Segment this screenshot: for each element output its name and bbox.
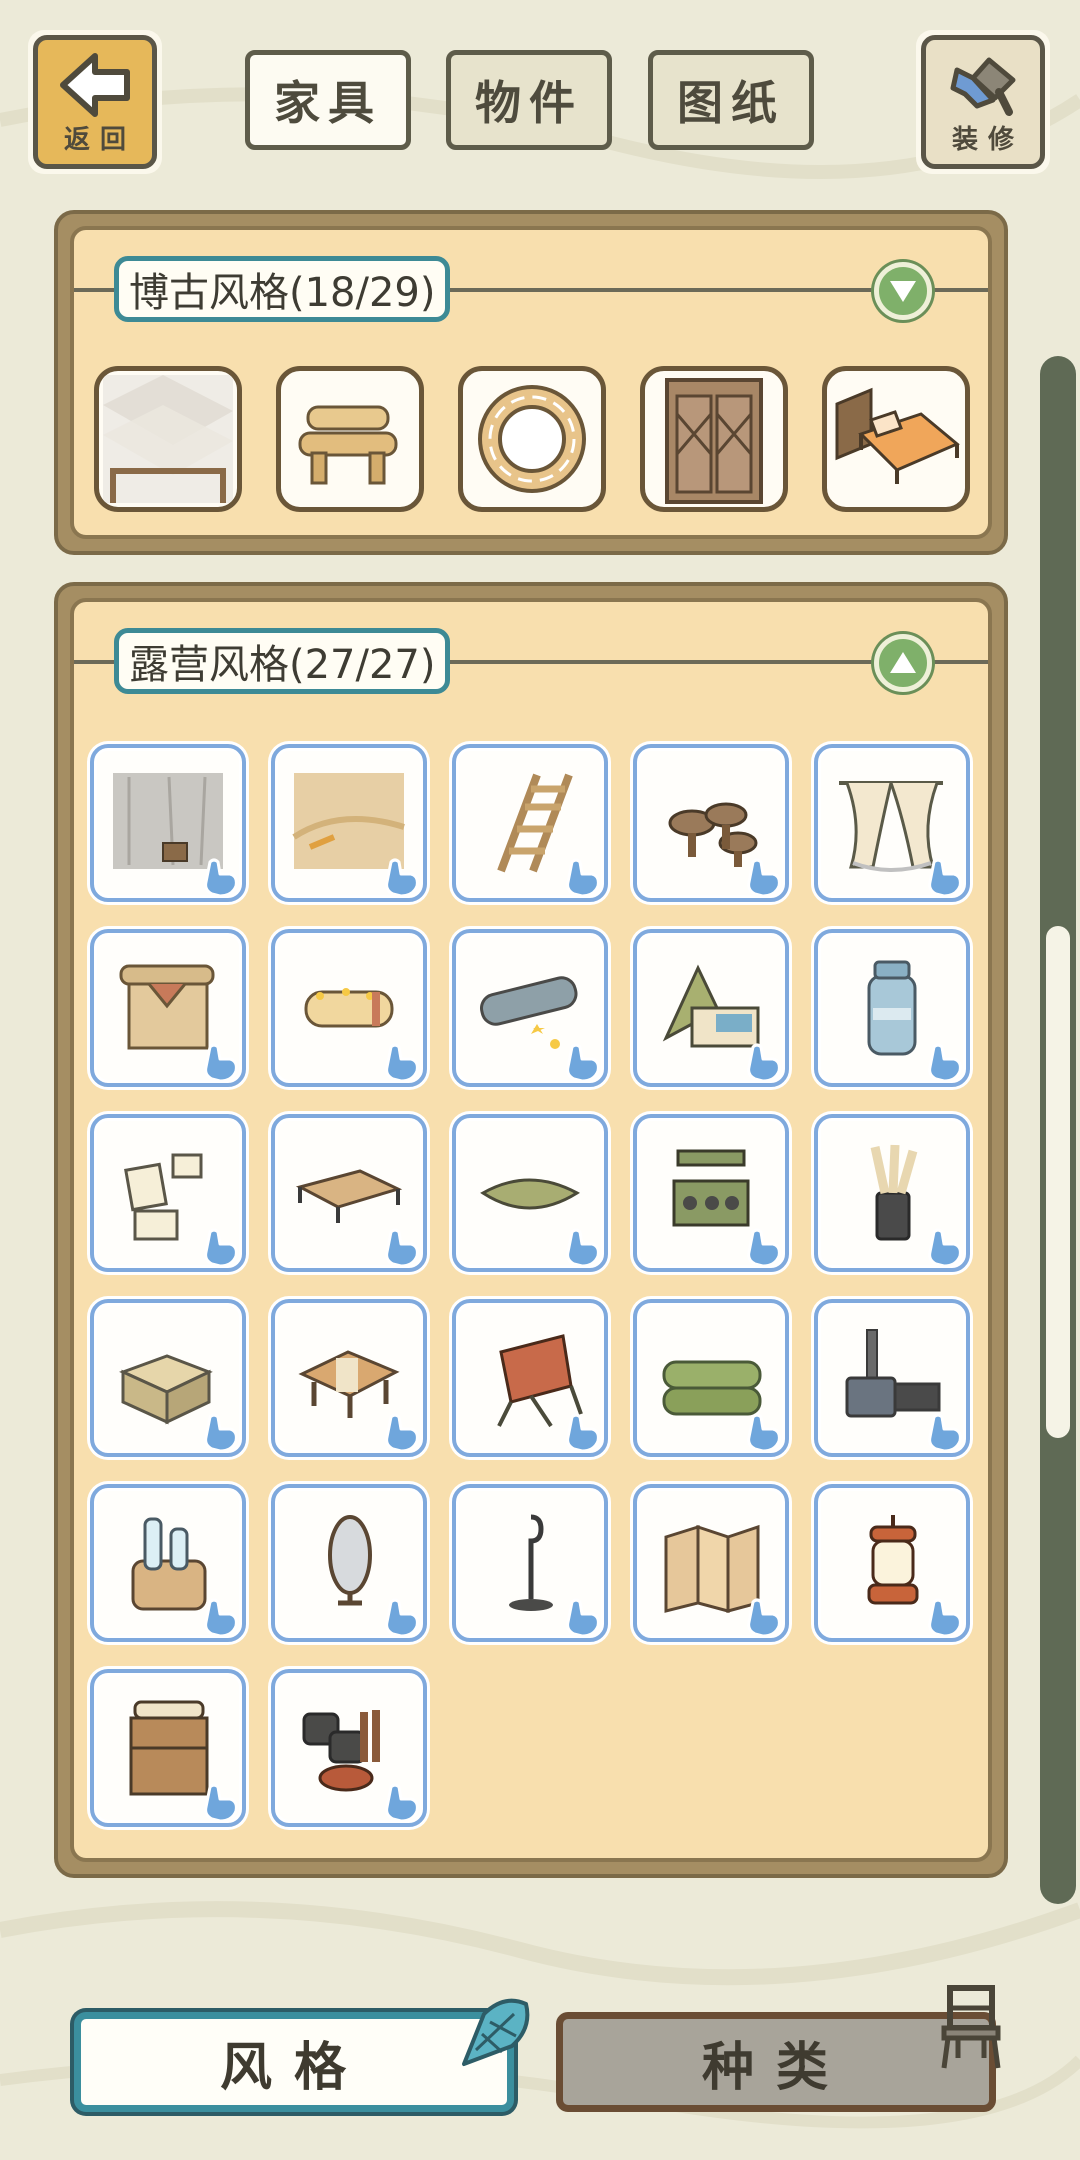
item-oval-mirror[interactable] — [271, 1484, 427, 1642]
tap-hand-icon — [204, 1598, 238, 1638]
item-camp-chair[interactable] — [452, 1299, 608, 1457]
tap-hand-icon — [204, 1043, 238, 1083]
item-camp-stove[interactable] — [814, 1299, 970, 1457]
item-log-bench[interactable] — [276, 366, 424, 512]
item-camp-thermos[interactable] — [814, 929, 970, 1087]
tab-category[interactable]: 种类 — [556, 2012, 996, 2112]
tap-hand-icon — [928, 858, 962, 898]
decorate-label: 装修 — [951, 125, 1024, 155]
item-canvas-tent-flap[interactable] — [90, 929, 246, 1087]
tap-hand-icon — [566, 1043, 600, 1083]
item-lantern-hook[interactable] — [452, 1484, 608, 1642]
tap-hand-icon — [747, 1228, 781, 1268]
back-arrow-icon — [60, 53, 130, 117]
tap-hand-icon — [385, 858, 419, 898]
tab-objects[interactable]: 物件 — [446, 50, 612, 150]
item-pop-up-tent[interactable] — [633, 929, 789, 1087]
log-bench-art — [298, 405, 398, 485]
back-label: 返回 — [63, 125, 136, 155]
tap-hand-icon — [385, 1043, 419, 1083]
item-low-camp-table[interactable] — [271, 1114, 427, 1272]
chevron-down-icon — [890, 281, 916, 302]
tap-hand-icon — [928, 1598, 962, 1638]
tap-hand-icon — [385, 1413, 419, 1453]
item-sand-floor[interactable] — [271, 744, 427, 902]
tap-hand-icon — [928, 1228, 962, 1268]
item-wood-cabinet[interactable] — [90, 1669, 246, 1827]
paint-brush-icon — [950, 57, 1016, 116]
item-folding-screen[interactable] — [633, 1484, 789, 1642]
section-title-antique: 博古风格(18/29) — [114, 256, 451, 322]
tap-hand-icon — [204, 1228, 238, 1268]
tile-floor-art — [103, 375, 233, 503]
tap-hand-icon — [566, 1413, 600, 1453]
item-picnic-table[interactable] — [271, 1299, 427, 1457]
item-star-sleeping-bag[interactable] — [452, 929, 608, 1087]
item-rolled-bedroll[interactable] — [271, 929, 427, 1087]
scrollbar-thumb[interactable] — [1046, 926, 1070, 1438]
item-scroll-holder[interactable] — [814, 1114, 970, 1272]
item-oil-lantern[interactable] — [814, 1484, 970, 1642]
item-green-mats[interactable] — [633, 1299, 789, 1457]
round-rug-art — [478, 385, 586, 493]
tap-hand-icon — [566, 1598, 600, 1638]
tap-hand-icon — [204, 1413, 238, 1453]
section-title-camping: 露营风格(27/27) — [114, 628, 451, 694]
collapse-toggle-button[interactable] — [874, 634, 932, 692]
expand-toggle-button[interactable] — [874, 262, 932, 320]
tap-hand-icon — [385, 1783, 419, 1823]
orange-bed-art — [835, 387, 960, 484]
item-lattice-door[interactable] — [640, 366, 788, 512]
tap-hand-icon — [566, 1228, 600, 1268]
item-orange-bed[interactable] — [822, 366, 970, 512]
item-drink-bucket[interactable] — [90, 1484, 246, 1642]
tap-hand-icon — [747, 858, 781, 898]
item-mushroom-stools[interactable] — [633, 744, 789, 902]
back-button[interactable]: 返回 — [28, 30, 162, 174]
tap-hand-icon — [204, 1783, 238, 1823]
item-cookware-pile[interactable] — [271, 1669, 427, 1827]
chair-icon — [941, 1985, 1001, 2069]
scrollbar[interactable] — [1040, 356, 1076, 1904]
camping-item-grid — [90, 744, 970, 1827]
tap-hand-icon — [747, 1598, 781, 1638]
tap-hand-icon — [204, 858, 238, 898]
tap-hand-icon — [928, 1413, 962, 1453]
item-camp-shelf[interactable] — [633, 1114, 789, 1272]
tap-hand-icon — [566, 858, 600, 898]
item-folded-cushion[interactable] — [452, 1114, 608, 1272]
item-tent-curtain[interactable] — [814, 744, 970, 902]
item-round-rug[interactable] — [458, 366, 606, 512]
chevron-up-icon — [890, 652, 916, 673]
tab-blueprints[interactable]: 图纸 — [648, 50, 814, 150]
tap-hand-icon — [385, 1228, 419, 1268]
tap-hand-icon — [385, 1598, 419, 1638]
item-paper-notes[interactable] — [90, 1114, 246, 1272]
section-camping-panel: 露营风格(27/27) — [54, 582, 1008, 1878]
item-cooler-box[interactable] — [90, 1299, 246, 1457]
tab-style[interactable]: 风格 — [74, 2012, 514, 2112]
decorate-button[interactable]: 装修 — [916, 30, 1050, 174]
item-stone-wall[interactable] — [90, 744, 246, 902]
shell-icon — [462, 1998, 530, 2066]
item-wooden-ladder[interactable] — [452, 744, 608, 902]
tap-hand-icon — [747, 1043, 781, 1083]
section-antique-panel: 博古风格(18/29) — [54, 210, 1008, 555]
tap-hand-icon — [928, 1043, 962, 1083]
item-tile-floor[interactable] — [94, 366, 242, 512]
tap-hand-icon — [747, 1413, 781, 1453]
lattice-door-art — [665, 378, 763, 504]
tab-furniture[interactable]: 家具 — [245, 50, 411, 150]
